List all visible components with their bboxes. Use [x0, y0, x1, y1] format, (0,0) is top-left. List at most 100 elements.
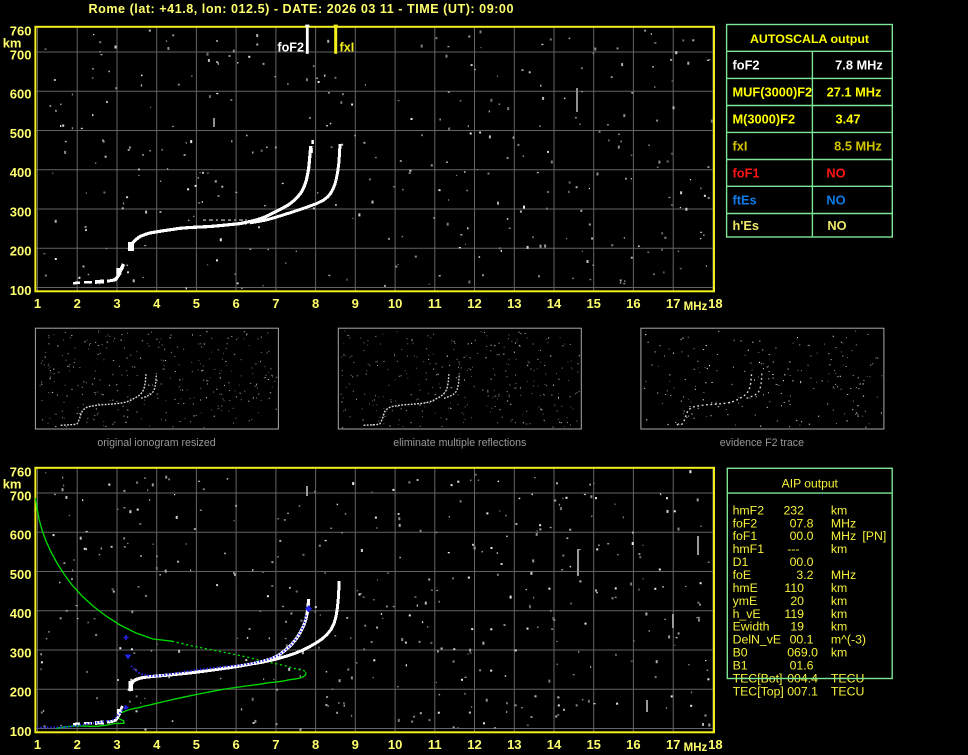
- svg-text:12: 12: [467, 296, 481, 311]
- svg-text:232: 232: [783, 503, 804, 517]
- svg-text:B1: B1: [733, 658, 748, 672]
- svg-text:11: 11: [428, 737, 442, 752]
- svg-text:6: 6: [232, 737, 239, 752]
- svg-text:foE: foE: [733, 568, 751, 582]
- svg-text:27.1 MHz: 27.1 MHz: [827, 85, 882, 100]
- svg-text:12: 12: [467, 737, 481, 752]
- svg-text:NO: NO: [827, 218, 846, 233]
- svg-text:km: km: [831, 581, 847, 595]
- svg-text:5: 5: [193, 296, 200, 311]
- svg-text:4: 4: [153, 737, 161, 752]
- svg-text:eliminate multiple reflections: eliminate multiple reflections: [393, 437, 526, 449]
- svg-text:1: 1: [34, 737, 41, 752]
- svg-text:2: 2: [74, 296, 81, 311]
- svg-text:MHz: MHz: [831, 516, 856, 530]
- svg-text:foF2: foF2: [277, 41, 304, 55]
- svg-text:300: 300: [10, 204, 32, 219]
- svg-text:07.8: 07.8: [790, 516, 814, 530]
- svg-text:MHz: MHz: [684, 742, 708, 754]
- svg-text:200: 200: [10, 244, 32, 259]
- svg-text:14: 14: [547, 737, 562, 752]
- svg-text:007.1: 007.1: [787, 684, 818, 698]
- svg-text:20: 20: [790, 594, 804, 608]
- svg-text:3.2: 3.2: [796, 568, 813, 582]
- svg-text:B0: B0: [733, 646, 748, 660]
- svg-text:7: 7: [272, 737, 279, 752]
- svg-text:2: 2: [74, 737, 81, 752]
- svg-text:16: 16: [626, 737, 640, 752]
- svg-text:19: 19: [790, 620, 804, 634]
- svg-text:8: 8: [312, 737, 319, 752]
- svg-text:ymE: ymE: [733, 594, 758, 608]
- svg-text:hmE: hmE: [733, 581, 758, 595]
- svg-text:600: 600: [10, 87, 32, 102]
- svg-text:Ewidth: Ewidth: [733, 620, 770, 634]
- svg-text:---: ---: [787, 542, 799, 556]
- svg-text:M(3000)F2: M(3000)F2: [733, 112, 796, 127]
- svg-text:km: km: [831, 607, 847, 621]
- svg-text:m^(-3): m^(-3): [831, 633, 866, 647]
- svg-text:NO: NO: [826, 193, 845, 208]
- svg-text:MHz: MHz: [831, 529, 856, 543]
- svg-text:[PN]: [PN]: [862, 529, 886, 543]
- svg-text:16: 16: [626, 296, 640, 311]
- svg-text:00.0: 00.0: [790, 555, 814, 569]
- svg-text:MUF(3000)F2: MUF(3000)F2: [733, 85, 813, 100]
- svg-text:original ionogram resized: original ionogram resized: [97, 437, 215, 449]
- svg-text:110: 110: [784, 581, 804, 595]
- svg-text:hmF1: hmF1: [733, 542, 765, 556]
- svg-text:km: km: [831, 646, 847, 660]
- svg-text:foF1: foF1: [733, 166, 760, 181]
- svg-text:3: 3: [113, 296, 120, 311]
- svg-text:km: km: [831, 542, 847, 556]
- svg-text:km: km: [3, 476, 22, 491]
- svg-text:400: 400: [10, 165, 32, 180]
- svg-text:MHz: MHz: [831, 568, 856, 582]
- svg-text:TECU: TECU: [831, 684, 864, 698]
- svg-text:00.1: 00.1: [790, 633, 814, 647]
- svg-text:7: 7: [272, 296, 279, 311]
- svg-text:01.6: 01.6: [790, 658, 814, 672]
- svg-text:7.8 MHz: 7.8 MHz: [835, 57, 883, 72]
- svg-text:15: 15: [586, 296, 600, 311]
- svg-text:15: 15: [586, 737, 600, 752]
- svg-text:00.0: 00.0: [790, 529, 814, 543]
- svg-text:18: 18: [708, 737, 722, 752]
- svg-text:evidence F2 trace: evidence F2 trace: [720, 437, 804, 449]
- svg-text:km: km: [831, 503, 847, 517]
- svg-text:Rome (lat: +41.8, lon: 012.5): Rome (lat: +41.8, lon: 012.5) - DATE: 20…: [89, 2, 514, 16]
- svg-text:9: 9: [352, 737, 359, 752]
- svg-text:8: 8: [312, 296, 319, 311]
- svg-text:119: 119: [784, 607, 804, 621]
- svg-text:3: 3: [113, 737, 120, 752]
- svg-text:AIP output: AIP output: [782, 477, 839, 491]
- svg-text:500: 500: [10, 126, 32, 141]
- svg-text:069.0: 069.0: [787, 646, 818, 660]
- svg-text:3.47: 3.47: [836, 112, 861, 127]
- svg-text:18: 18: [708, 296, 722, 311]
- svg-text:17: 17: [666, 737, 680, 752]
- svg-text:10: 10: [388, 737, 402, 752]
- svg-text:10: 10: [388, 296, 402, 311]
- svg-text:hmF2: hmF2: [733, 503, 765, 517]
- svg-text:MHz: MHz: [684, 301, 708, 313]
- svg-text:13: 13: [507, 737, 521, 752]
- svg-text:4: 4: [153, 296, 161, 311]
- svg-text:D1: D1: [733, 555, 749, 569]
- svg-text:200: 200: [10, 685, 32, 700]
- svg-text:km: km: [831, 620, 847, 634]
- svg-text:500: 500: [10, 567, 32, 582]
- svg-text:NO: NO: [826, 166, 845, 181]
- svg-text:fxI: fxI: [340, 41, 355, 55]
- svg-text:TEC[Top]: TEC[Top]: [733, 684, 784, 698]
- svg-text:600: 600: [10, 528, 32, 543]
- svg-text:100: 100: [10, 283, 32, 298]
- svg-text:17: 17: [666, 296, 680, 311]
- svg-text:400: 400: [10, 606, 32, 621]
- svg-text:h_vE: h_vE: [733, 607, 761, 621]
- svg-text:foF1: foF1: [733, 529, 758, 543]
- svg-text:9: 9: [352, 296, 359, 311]
- svg-text:foF2: foF2: [733, 516, 758, 530]
- svg-text:14: 14: [547, 296, 562, 311]
- svg-text:h'Es: h'Es: [733, 218, 760, 233]
